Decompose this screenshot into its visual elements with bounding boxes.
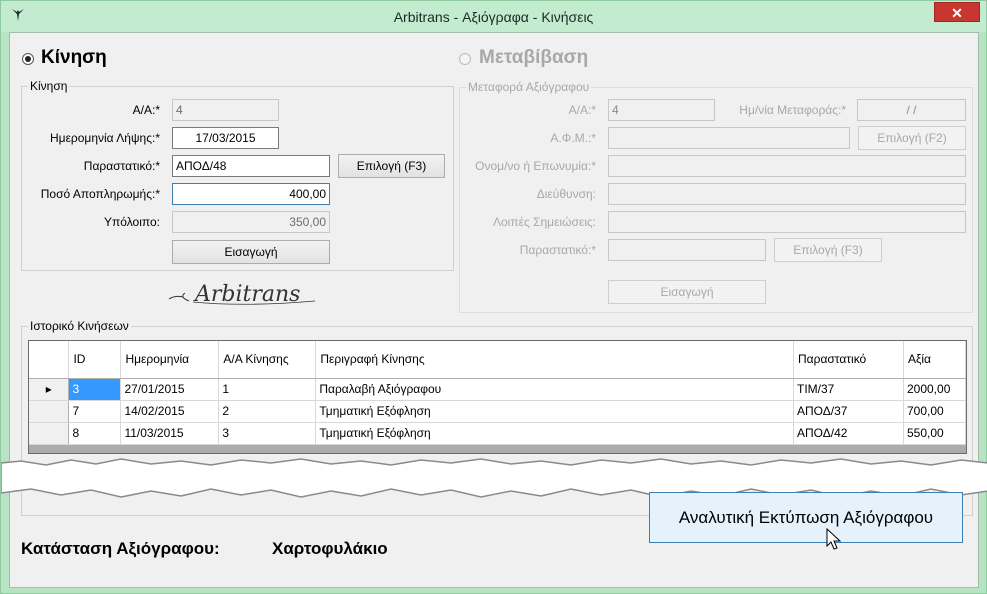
cell-date[interactable]: 14/02/2015 [120,400,220,423]
doc-label: Παραστατικό:* [83,159,160,173]
cell-date[interactable]: 11/03/2015 [120,422,220,445]
transfer-doc-field[interactable] [608,239,766,261]
cell-id[interactable]: 7 [68,400,122,423]
transfer-date-label: Ημ/νία Μεταφοράς:* [739,103,846,117]
afm-select-button[interactable]: Επιλογή (F2) [858,126,966,150]
transfer-aa-label: Α/Α:* [568,103,596,117]
table-row[interactable]: 8 11/03/2015 3 Τμηματική Εξόφληση ΑΠΟΔ/4… [29,422,966,445]
row-header-corner [29,341,70,379]
table-row[interactable]: 7 14/02/2015 2 Τμηματική Εξόφληση ΑΠΟΔ/3… [29,400,966,423]
name-label: Ονομ/νο ή Επωνυμία:* [475,159,596,173]
detailed-print-button[interactable]: Αναλυτική Εκτύπωση Αξιόγραφου [649,492,963,543]
cell-value[interactable]: 550,00 [903,422,966,445]
insert-button[interactable]: Εισαγωγή [172,240,330,264]
kinisi-legend: Κίνηση [28,79,70,93]
aa-label: Α/Α:* [132,103,160,117]
radio-metavasi-label[interactable]: Μεταβίβαση [479,47,588,69]
amount-field[interactable]: 400,00 [172,183,330,205]
date-label: Ημερομηνία Λήψης:* [50,131,160,145]
cell-desc[interactable]: Τμηματική Εξόφληση [315,400,795,423]
date-field[interactable]: 17/03/2015 [172,127,279,149]
cell-desc[interactable]: Τμηματική Εξόφληση [315,422,795,445]
close-icon: ✕ [951,5,963,21]
history-legend: Ιστορικό Κινήσεων [28,319,131,333]
transfer-date-field[interactable]: / / [857,99,966,121]
row-header[interactable] [29,400,70,423]
grid-header-row: ID Ημερομηνία Α/Α Κίνησης Περιγραφή Κίνη… [29,341,966,379]
cell-aa[interactable]: 2 [218,400,317,423]
history-table: ID Ημερομηνία Α/Α Κίνησης Περιγραφή Κίνη… [29,341,966,445]
radio-kinisi-label[interactable]: Κίνηση [41,47,107,69]
table-row[interactable]: ▸ 3 27/01/2015 1 Παραλαβή Αξιόγραφου ΤΙΜ… [29,378,966,401]
close-button[interactable]: ✕ [934,2,980,22]
cell-doc[interactable]: ΤΙΜ/37 [793,378,904,401]
cell-aa[interactable]: 3 [218,422,317,445]
col-desc[interactable]: Περιγραφή Κίνησης [315,341,795,379]
transfer-legend: Μεταφορά Αξιόγραφου [466,80,592,94]
app-window: Arbitrans - Αξιόγραφα - Κινήσεις ✕ Κίνησ… [0,0,987,594]
radio-metavasi[interactable] [459,53,471,65]
address-label: Διεύθυνση: [536,187,596,201]
current-row-arrow-icon: ▸ [29,378,70,401]
col-date[interactable]: Ημερομηνία [120,341,220,379]
balance-label: Υπόλοιπο: [103,215,160,229]
col-doc[interactable]: Παραστατικό [793,341,904,379]
col-aa[interactable]: Α/Α Κίνησης [218,341,317,379]
status-value: Χαρτοφυλάκιο [272,539,388,558]
transfer-doc-select-button[interactable]: Επιλογή (F3) [774,238,882,262]
amount-label: Ποσό Αποπληρωμής:* [40,187,160,201]
arbitrans-signature-logo: Arbitrans [168,282,316,307]
row-header[interactable] [29,422,70,445]
mouse-cursor-icon [826,528,842,550]
cell-value[interactable]: 700,00 [903,400,966,423]
col-id[interactable]: ID [68,341,122,379]
notes-field[interactable] [608,211,966,233]
afm-label: Α.Φ.Μ.:* [550,131,596,145]
cell-date[interactable]: 27/01/2015 [120,378,220,401]
cell-aa[interactable]: 1 [218,378,317,401]
notes-label: Λοιπές Σημειώσεις: [492,215,596,229]
name-field[interactable] [608,155,966,177]
status-label: Κατάσταση Αξιόγραφου: [21,539,220,558]
cell-doc[interactable]: ΑΠΟΔ/42 [793,422,904,445]
history-grid[interactable]: ID Ημερομηνία Α/Α Κίνησης Περιγραφή Κίνη… [28,340,967,454]
doc-field[interactable]: ΑΠΟΔ/48 [172,155,330,177]
cell-id[interactable]: 3 [68,378,122,401]
aa-field[interactable]: 4 [172,99,279,121]
radio-kinisi[interactable] [22,53,34,65]
afm-field[interactable] [608,127,850,149]
cell-doc[interactable]: ΑΠΟΔ/37 [793,400,904,423]
balance-field[interactable]: 350,00 [172,211,330,233]
doc-select-button[interactable]: Επιλογή (F3) [338,154,445,178]
title-bar[interactable]: Arbitrans - Αξιόγραφα - Κινήσεις ✕ [1,1,986,32]
cell-desc[interactable]: Παραλαβή Αξιόγραφου [315,378,795,401]
transfer-insert-button[interactable]: Εισαγωγή [608,280,766,304]
transfer-aa-field[interactable]: 4 [608,99,715,121]
transfer-doc-label: Παραστατικό:* [519,243,596,257]
cell-id[interactable]: 8 [68,422,122,445]
window-title: Arbitrans - Αξιόγραφα - Κινήσεις [393,9,594,25]
col-value[interactable]: Αξία [903,341,966,379]
address-field[interactable] [608,183,966,205]
cell-value[interactable]: 2000,00 [903,378,966,401]
